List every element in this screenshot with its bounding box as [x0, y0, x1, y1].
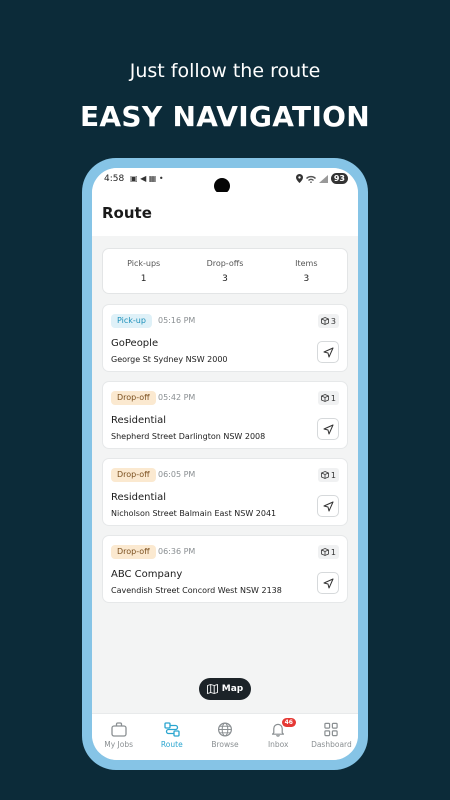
app-header: Route	[92, 192, 358, 236]
stop-time: 06:05 PM	[158, 470, 196, 479]
stop-address: Cavendish Street Concord West NSW 2138	[111, 586, 282, 595]
navigate-button[interactable]	[317, 418, 339, 440]
route-summary: Pick-ups 1 Drop-offs 3 Items 3	[102, 248, 348, 294]
summary-label: Pick-ups	[127, 259, 161, 268]
status-time: 4:58	[104, 174, 125, 184]
stop-time: 05:42 PM	[158, 393, 196, 402]
globe-icon	[218, 722, 232, 737]
package-icon	[321, 317, 329, 325]
battery-level: 93	[330, 173, 348, 184]
summary-label: Drop-offs	[206, 259, 244, 268]
grid-icon	[324, 722, 339, 737]
item-count: 3	[317, 314, 339, 328]
item-count-value: 1	[330, 547, 336, 557]
nav-item-browse[interactable]: Browse	[198, 714, 251, 760]
item-count-value: 1	[330, 470, 336, 480]
item-count-value: 1	[330, 393, 336, 403]
page-title: Route	[102, 204, 152, 222]
stop-type-badge: Drop-off	[111, 468, 156, 482]
package-icon	[321, 394, 329, 402]
nav-label: Route	[160, 740, 183, 749]
item-count-value: 3	[330, 316, 336, 326]
bottom-navigation: My Jobs Route Browse 46 Inbox Dashboard	[92, 713, 358, 760]
stop-name: Residential	[111, 415, 167, 426]
summary-dropoffs: Drop-offs 3	[184, 249, 265, 293]
stop-card-dropoff[interactable]: Drop-off 06:36 PM 1 ABC Company Cavendis…	[102, 535, 348, 603]
summary-value: 1	[140, 274, 147, 284]
nav-item-dashboard[interactable]: Dashboard	[305, 714, 358, 760]
item-count: 1	[317, 391, 339, 405]
promo-title: EASY NAVIGATION	[79, 100, 370, 133]
inbox-count-badge: 46	[281, 718, 296, 727]
map-icon	[206, 684, 218, 694]
navigation-arrow-icon	[323, 501, 333, 511]
item-count: 1	[317, 545, 339, 559]
stop-time: 06:36 PM	[158, 547, 196, 556]
phone-frame: 4:58 ▣ ◀ ▦ • 93 Route Pick-ups 1 Drop-of…	[82, 158, 368, 770]
navigation-arrow-icon	[323, 424, 333, 434]
item-count: 1	[317, 468, 339, 482]
nav-label: My Jobs	[104, 740, 133, 749]
summary-label: Items	[295, 259, 318, 268]
briefcase-icon	[110, 722, 127, 737]
wifi-icon	[305, 175, 316, 183]
signal-icon	[318, 174, 328, 183]
notification-icons: ▣ ◀ ▦ •	[130, 174, 164, 183]
nav-label: Browse	[211, 740, 239, 749]
navigation-arrow-icon	[323, 578, 333, 588]
stop-type-badge: Drop-off	[111, 545, 156, 559]
stop-type-badge: Pick-up	[111, 314, 152, 328]
stop-name: ABC Company	[111, 569, 183, 580]
status-right: 93	[295, 173, 348, 184]
package-icon	[321, 548, 329, 556]
stop-card-dropoff[interactable]: Drop-off 05:42 PM 1 Residential Shepherd…	[102, 381, 348, 449]
package-icon	[321, 471, 329, 479]
promo-subtitle: Just follow the route	[129, 60, 321, 82]
summary-items: Items 3	[266, 249, 347, 293]
status-bar: 4:58 ▣ ◀ ▦ • 93	[92, 168, 358, 194]
navigate-button[interactable]	[317, 341, 339, 363]
phone-screen: 4:58 ▣ ◀ ▦ • 93 Route Pick-ups 1 Drop-of…	[92, 168, 358, 760]
stop-address: Shepherd Street Darlington NSW 2008	[111, 432, 266, 441]
stop-time: 05:16 PM	[158, 316, 196, 325]
nav-label: Inbox	[267, 740, 289, 749]
map-button-label: Map	[221, 684, 244, 694]
location-icon	[295, 174, 303, 183]
route-icon	[164, 722, 180, 737]
stop-name: GoPeople	[111, 338, 159, 349]
stop-card-pickup[interactable]: Pick-up 05:16 PM 3 GoPeople George St Sy…	[102, 304, 348, 372]
summary-value: 3	[303, 274, 310, 284]
summary-value: 3	[222, 274, 228, 284]
navigation-arrow-icon	[323, 347, 333, 357]
stop-card-dropoff[interactable]: Drop-off 06:05 PM 1 Residential Nicholso…	[102, 458, 348, 526]
stop-name: Residential	[111, 492, 167, 503]
stop-address: George St Sydney NSW 2000	[111, 355, 228, 364]
nav-label: Dashboard	[311, 740, 352, 749]
summary-pickups: Pick-ups 1	[103, 249, 184, 293]
navigate-button[interactable]	[317, 572, 339, 594]
nav-item-route[interactable]: Route	[145, 714, 198, 760]
map-button[interactable]: Map	[199, 678, 251, 700]
nav-item-my-jobs[interactable]: My Jobs	[92, 714, 145, 760]
nav-item-inbox[interactable]: 46 Inbox	[252, 714, 305, 760]
stop-address: Nicholson Street Balmain East NSW 2041	[111, 509, 277, 518]
navigate-button[interactable]	[317, 495, 339, 517]
stop-type-badge: Drop-off	[111, 391, 156, 405]
